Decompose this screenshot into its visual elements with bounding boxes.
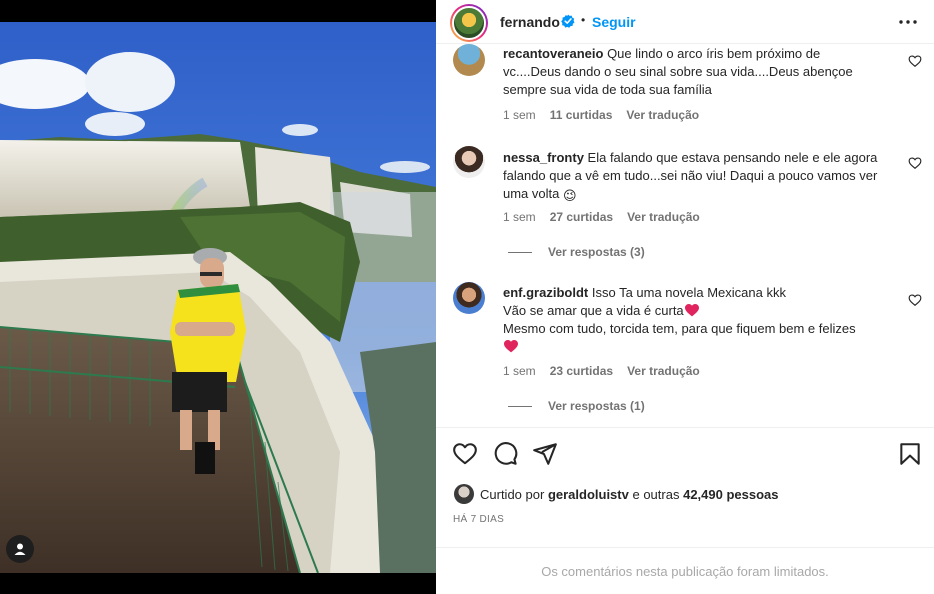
comment-avatar[interactable] xyxy=(453,146,485,178)
comment-text-line3: Mesmo com tudo, torcida tem, para que fi… xyxy=(503,321,856,336)
view-replies-label: Ver respostas (3) xyxy=(548,245,645,259)
translate-link[interactable]: Ver tradução xyxy=(627,364,700,378)
comment-time[interactable]: 1 sem xyxy=(503,210,536,224)
comment-icon[interactable] xyxy=(492,441,518,467)
replies-line xyxy=(508,405,532,407)
send-icon[interactable] xyxy=(532,441,558,467)
liker-avatar[interactable] xyxy=(454,484,474,504)
post-media xyxy=(0,0,436,594)
comment-username[interactable]: enf.graziboldt xyxy=(503,285,588,300)
comment-like-icon[interactable] xyxy=(908,156,922,170)
comment-meta: 1 sem 27 curtidas Ver tradução xyxy=(503,210,714,224)
post-photo[interactable] xyxy=(0,22,436,573)
comments-list[interactable]: recantoveraneio Que lindo o arco íris be… xyxy=(436,44,934,426)
comment-likes[interactable]: 11 curtidas xyxy=(550,108,613,122)
separator-dot: • xyxy=(581,13,586,27)
comment-likes[interactable]: 23 curtidas xyxy=(550,364,613,378)
comment-time[interactable]: 1 sem xyxy=(503,108,536,122)
author-username[interactable]: fernando xyxy=(500,14,560,30)
comment-username[interactable]: recantoveraneio xyxy=(503,46,603,61)
comment-meta: 1 sem 11 curtidas Ver tradução xyxy=(503,108,713,122)
replies-line xyxy=(508,251,532,253)
comment-like-icon[interactable] xyxy=(908,293,922,307)
view-replies-label: Ver respostas (1) xyxy=(548,399,645,413)
comment-avatar[interactable] xyxy=(453,282,485,314)
bookmark-icon[interactable] xyxy=(897,441,923,467)
more-options-button[interactable] xyxy=(898,12,918,32)
comment-time[interactable]: 1 sem xyxy=(503,364,536,378)
red-heart-emoji xyxy=(504,339,518,353)
post-header: fernando • Seguir xyxy=(436,0,934,44)
comment-likes[interactable]: 27 curtidas xyxy=(550,210,613,224)
likes-prefix: Curtido por xyxy=(480,486,545,502)
more-icon xyxy=(899,20,917,24)
translate-link[interactable]: Ver tradução xyxy=(627,210,700,224)
wink-emoji: 😉 xyxy=(563,188,577,203)
comment-meta: 1 sem 23 curtidas Ver tradução xyxy=(503,364,714,378)
follow-button[interactable]: Seguir xyxy=(592,14,636,30)
likes-middle: e outras xyxy=(632,486,680,502)
post-panel: fernando • Seguir recantoveraneio Que li… xyxy=(436,0,934,594)
comment-username[interactable]: nessa_fronty xyxy=(503,150,584,165)
author-avatar[interactable] xyxy=(450,4,488,42)
comment-like-icon[interactable] xyxy=(908,54,922,68)
comment-text-line2: Vão se amar que a vida é curta xyxy=(503,303,684,318)
post-actions xyxy=(436,427,934,479)
comment-avatar[interactable] xyxy=(453,44,485,76)
view-replies-button[interactable]: Ver respostas (3) xyxy=(508,245,645,259)
likes-summary: Curtido por geraldoluistv e outras 42,49… xyxy=(454,482,779,506)
likes-suffix[interactable]: pessoas xyxy=(726,487,778,502)
verified-badge-icon xyxy=(561,14,575,28)
user-tag-icon xyxy=(14,543,26,555)
post-timestamp[interactable]: HÁ 7 DIAS xyxy=(453,514,504,525)
view-replies-button[interactable]: Ver respostas (1) xyxy=(508,399,645,413)
liker-username[interactable]: geraldoluistv xyxy=(548,487,629,502)
comment-text-line1: Isso Ta uma novela Mexicana kkk xyxy=(591,285,786,300)
red-heart-emoji xyxy=(684,303,699,317)
user-tag-button[interactable] xyxy=(6,535,34,563)
heart-icon[interactable] xyxy=(452,441,478,467)
comments-limited-notice: Os comentários nesta publicação foram li… xyxy=(436,547,934,594)
translate-link[interactable]: Ver tradução xyxy=(626,108,699,122)
likes-count[interactable]: 42,490 xyxy=(683,487,723,502)
